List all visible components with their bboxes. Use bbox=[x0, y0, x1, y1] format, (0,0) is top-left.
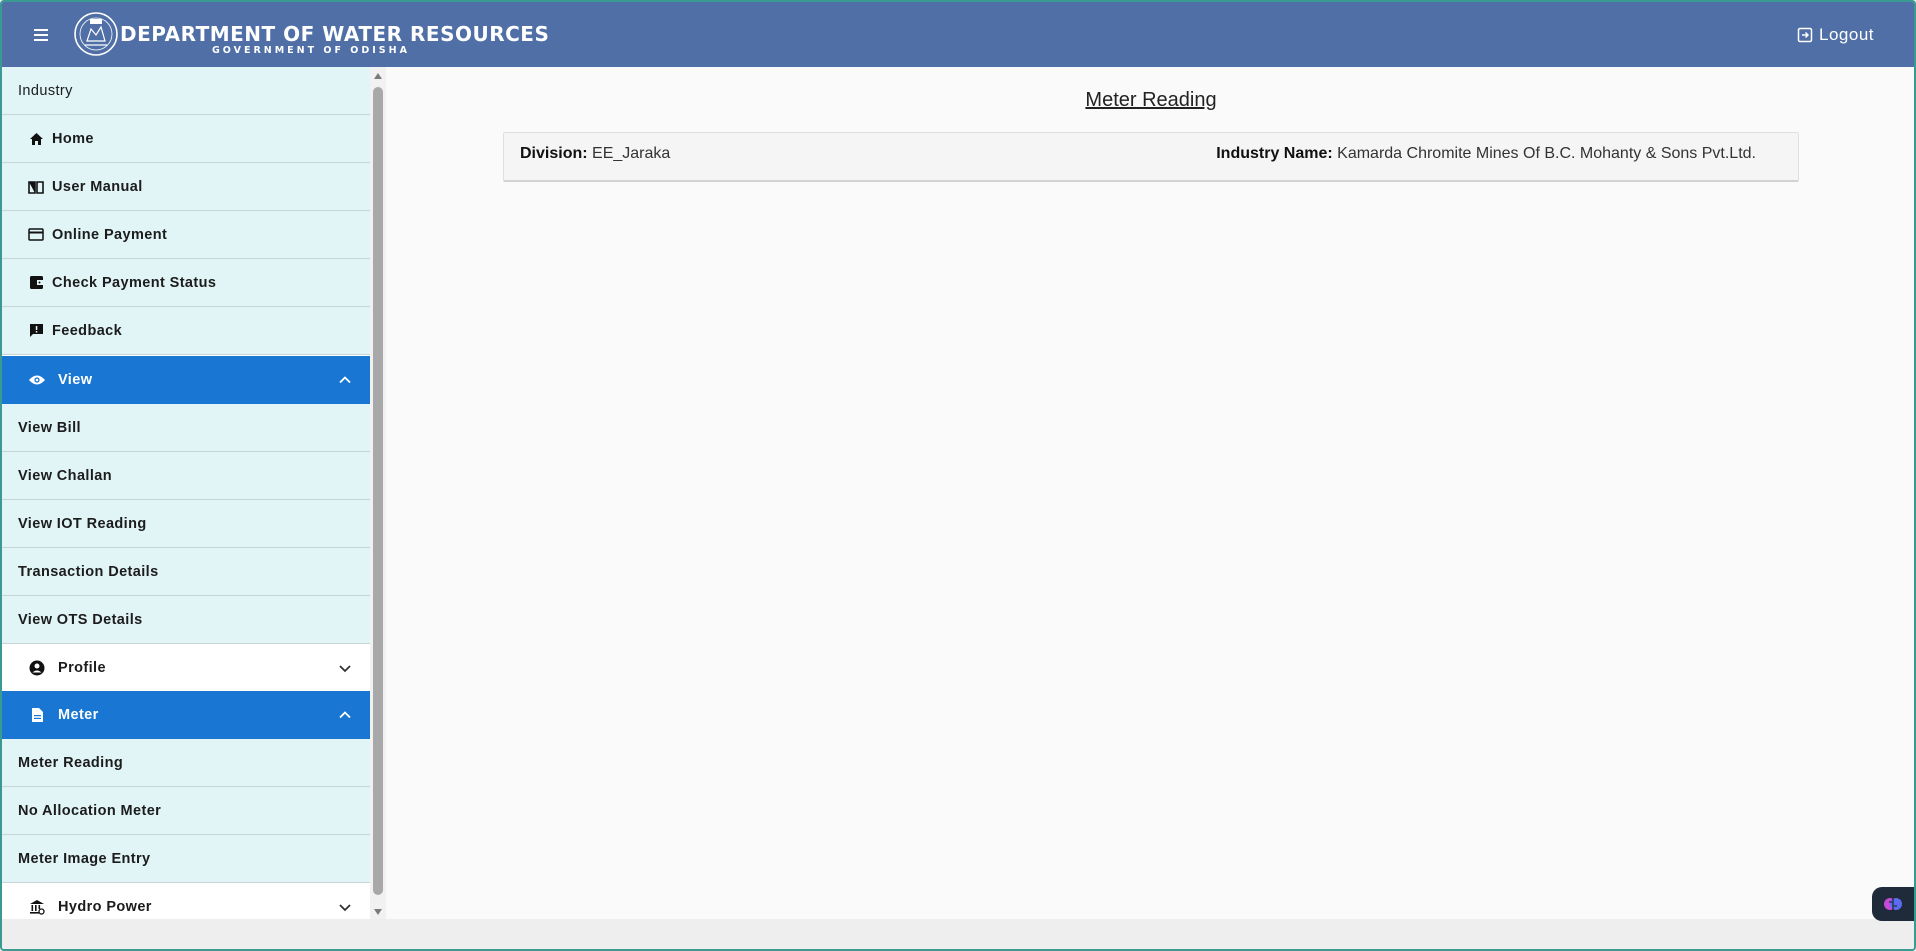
sidebar: Industry Home User Manual Online Payment… bbox=[2, 67, 370, 919]
industry-info-card: Division: EE_Jaraka Industry Name: Kamar… bbox=[503, 132, 1799, 182]
scroll-up-arrow-icon[interactable] bbox=[374, 73, 382, 79]
sidebar-scrollbar[interactable] bbox=[370, 67, 386, 919]
floating-assistant-button[interactable] bbox=[1872, 887, 1914, 921]
logout-label: Logout bbox=[1819, 25, 1874, 44]
sidebar-item-transaction-details[interactable]: Transaction Details bbox=[2, 548, 370, 596]
sidebar-item-label: View IOT Reading bbox=[18, 515, 147, 532]
sidebar-item-label: Check Payment Status bbox=[52, 274, 217, 291]
credit-card-icon bbox=[28, 227, 44, 243]
wallet-icon bbox=[28, 275, 44, 291]
sidebar-group-hydro-power[interactable]: Hydro Power bbox=[2, 883, 370, 919]
page-title: Meter Reading bbox=[1085, 89, 1217, 111]
sidebar-item-no-allocation-meter[interactable]: No Allocation Meter bbox=[2, 787, 370, 835]
sidebar-item-label: Feedback bbox=[52, 322, 123, 339]
sidebar-item-feedback[interactable]: Feedback bbox=[2, 307, 370, 355]
feedback-icon bbox=[28, 323, 44, 339]
chevron-down-icon bbox=[339, 904, 351, 912]
brain-icon bbox=[1884, 898, 1902, 910]
sidebar-group-label: Meter bbox=[58, 707, 99, 723]
industry-name-value: Kamarda Chromite Mines Of B.C. Mohanty &… bbox=[1337, 145, 1756, 162]
sidebar-group-label: Profile bbox=[58, 659, 106, 676]
sidebar-group-profile[interactable]: Profile bbox=[2, 644, 370, 692]
government-subtitle: GOVERNMENT OF ODISHA bbox=[212, 45, 410, 56]
sidebar-item-home[interactable]: Home bbox=[2, 115, 370, 163]
main-content: Meter Reading Division: EE_Jaraka Indust… bbox=[386, 67, 1914, 919]
sidebar-group-label: View bbox=[58, 372, 93, 388]
sidebar-item-label: Online Payment bbox=[52, 226, 168, 243]
sidebar-item-industry[interactable]: Industry bbox=[2, 67, 370, 115]
logout-button[interactable]: Logout bbox=[1797, 24, 1874, 46]
home-icon bbox=[28, 131, 44, 147]
logout-icon bbox=[1797, 27, 1813, 43]
sidebar-item-label: View Challan bbox=[18, 467, 112, 484]
app-frame: DEPARTMENT OF WATER RESOURCES GOVERNMENT… bbox=[0, 0, 1916, 951]
sidebar-group-label: Hydro Power bbox=[58, 898, 152, 915]
sidebar-item-meter-reading[interactable]: Meter Reading bbox=[2, 739, 370, 787]
sidebar-group-meter[interactable]: Meter bbox=[2, 691, 370, 739]
sidebar-item-label: User Manual bbox=[52, 178, 143, 195]
chevron-up-icon bbox=[339, 711, 351, 719]
scroll-down-arrow-icon[interactable] bbox=[374, 909, 382, 915]
sidebar-item-label: Meter Reading bbox=[18, 754, 124, 771]
sidebar-item-label: No Allocation Meter bbox=[18, 802, 162, 819]
book-icon bbox=[28, 179, 44, 195]
division-info: Division: EE_Jaraka bbox=[520, 145, 670, 163]
bottom-bar bbox=[2, 919, 1914, 949]
sidebar-item-label: Home bbox=[52, 130, 94, 147]
chevron-down-icon bbox=[339, 665, 351, 673]
sidebar-item-view-iot-reading[interactable]: View IOT Reading bbox=[2, 500, 370, 548]
hamburger-menu-icon[interactable] bbox=[32, 26, 52, 44]
top-header: DEPARTMENT OF WATER RESOURCES GOVERNMENT… bbox=[2, 2, 1914, 67]
sidebar-item-view-ots-details[interactable]: View OTS Details bbox=[2, 596, 370, 644]
odisha-emblem-icon bbox=[74, 12, 118, 56]
sidebar-item-label: Meter Image Entry bbox=[18, 850, 151, 867]
sidebar-item-label: View Bill bbox=[18, 419, 81, 436]
sidebar-item-view-challan[interactable]: View Challan bbox=[2, 452, 370, 500]
document-icon bbox=[28, 706, 46, 724]
scroll-thumb[interactable] bbox=[373, 87, 383, 895]
eye-icon bbox=[28, 371, 46, 389]
industry-name-info: Industry Name: Kamarda Chromite Mines Of… bbox=[1216, 145, 1756, 163]
account-circle-icon bbox=[28, 659, 46, 677]
sidebar-group-view[interactable]: View bbox=[2, 356, 370, 404]
sidebar-item-online-payment[interactable]: Online Payment bbox=[2, 211, 370, 259]
sidebar-item-meter-image-entry[interactable]: Meter Image Entry bbox=[2, 835, 370, 883]
industry-name-label: Industry Name: bbox=[1216, 145, 1333, 162]
department-title: DEPARTMENT OF WATER RESOURCES bbox=[120, 22, 550, 46]
bank-icon bbox=[28, 898, 46, 916]
sidebar-item-label: Industry bbox=[18, 82, 73, 99]
sidebar-item-label: Transaction Details bbox=[18, 563, 159, 580]
sidebar-item-check-payment-status[interactable]: Check Payment Status bbox=[2, 259, 370, 307]
division-label: Division: bbox=[520, 145, 588, 162]
sidebar-item-label: View OTS Details bbox=[18, 611, 143, 628]
sidebar-item-view-bill[interactable]: View Bill bbox=[2, 404, 370, 452]
sidebar-item-user-manual[interactable]: User Manual bbox=[2, 163, 370, 211]
chevron-up-icon bbox=[339, 376, 351, 384]
division-value: EE_Jaraka bbox=[592, 145, 671, 162]
